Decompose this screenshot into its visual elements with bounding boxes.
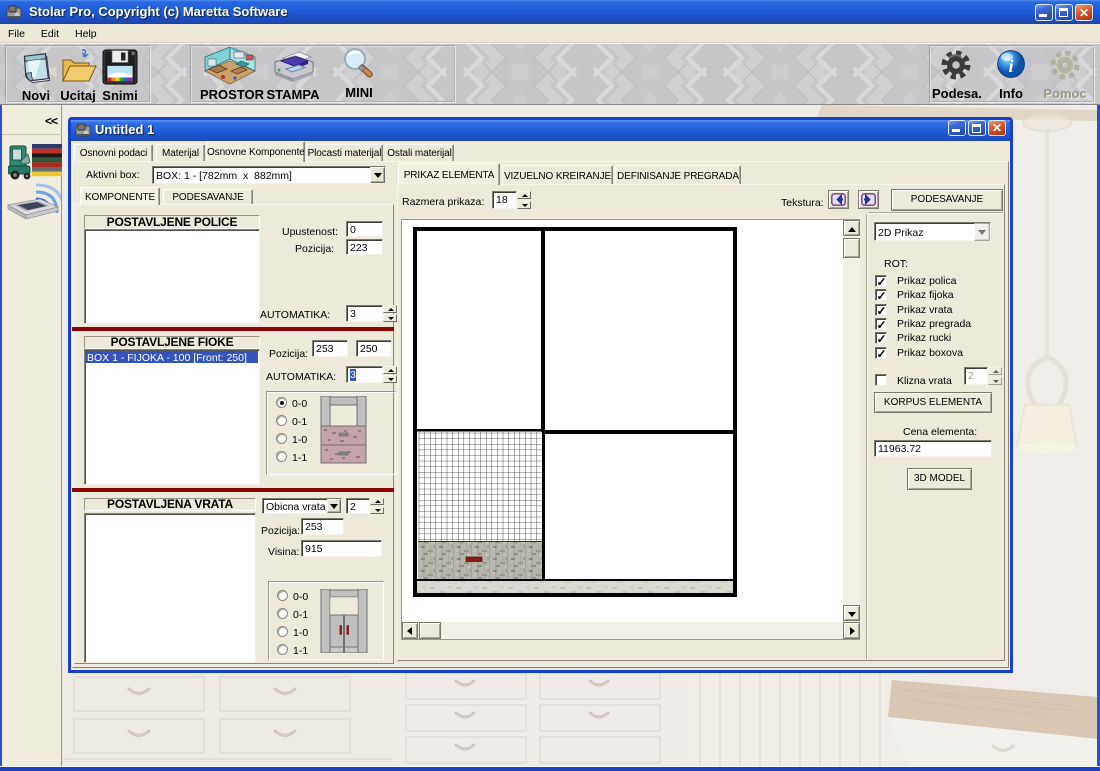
svg-text:i: i [1008,56,1013,76]
